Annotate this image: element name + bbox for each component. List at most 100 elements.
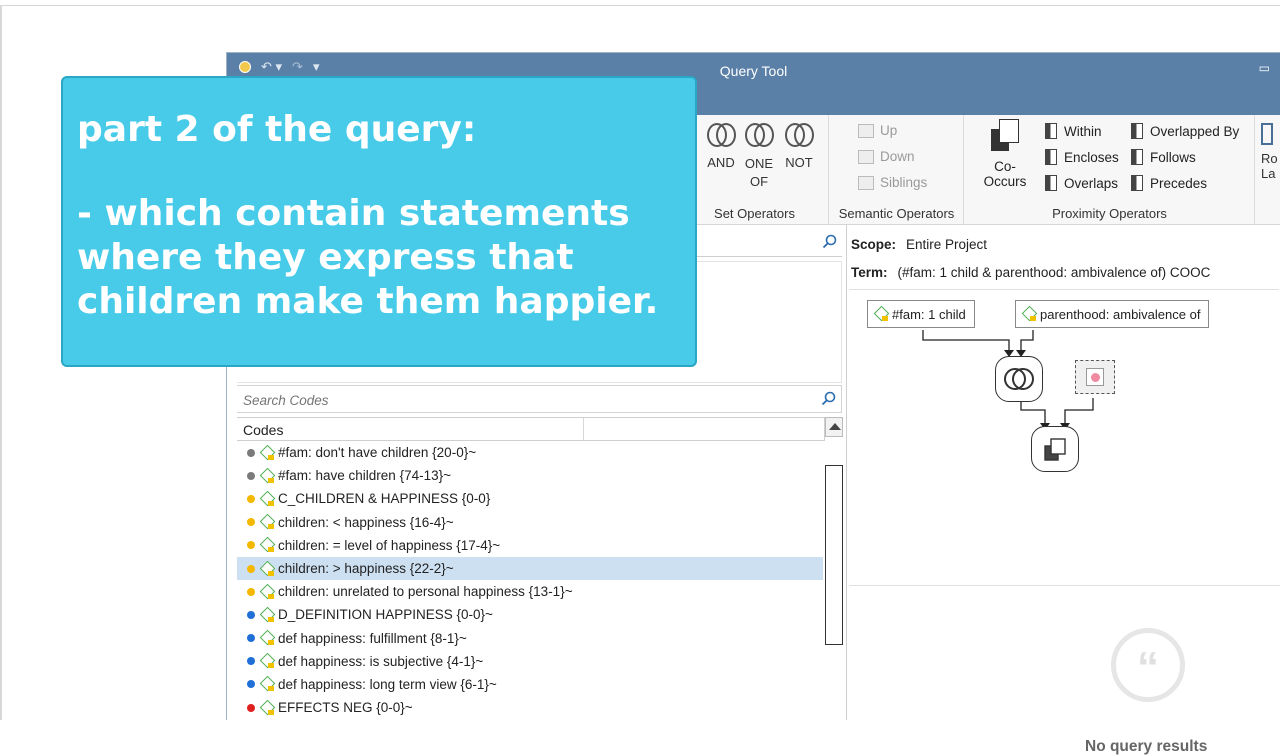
term-value: (#fam: 1 child & parenthood: ambivalence… [897, 265, 1211, 280]
follows-label: Follows [1150, 149, 1196, 165]
code-label: #fam: don't have children {20-0}~ [278, 445, 477, 461]
slot-marker-icon [1086, 368, 1104, 386]
down-label: Down [880, 149, 915, 164]
one-of-label: ONE OF [744, 156, 774, 189]
proximity-operators-group: Co-Occurs Within Encloses Overlaps Overl… [965, 115, 1255, 225]
co-occurs-icon [1044, 438, 1066, 461]
code-list-item[interactable]: def happiness: long term view {6-1}~ [237, 673, 823, 696]
down-button[interactable]: Down [858, 149, 915, 164]
follows-button[interactable]: Follows [1131, 149, 1196, 165]
code-color-dot [247, 657, 255, 666]
within-icon [1045, 123, 1057, 139]
search-icon[interactable] [821, 391, 837, 407]
within-button[interactable]: Within [1045, 123, 1102, 139]
code-list-item[interactable]: def happiness: fulfillment {8-1}~ [237, 627, 823, 650]
operand-code-2[interactable]: parenthood: ambivalence of [1015, 300, 1210, 328]
code-list-item[interactable]: #fam: don't have children {20-0}~ [237, 441, 823, 464]
siblings-label: Siblings [880, 175, 928, 190]
code-color-dot [247, 587, 255, 596]
encloses-button[interactable]: Encloses [1045, 149, 1119, 165]
code-color-dot [247, 494, 255, 503]
search-codes-input[interactable] [243, 390, 803, 410]
ribbon-overflow-label-2: La [1261, 166, 1276, 181]
scroll-up-button[interactable] [825, 417, 843, 437]
term-label: Term: [851, 265, 888, 280]
ribbon-overflow-label-1: Ro [1261, 151, 1278, 166]
co-occurs-button[interactable]: Co-Occurs [973, 119, 1037, 189]
precedes-button[interactable]: Precedes [1131, 175, 1207, 191]
and-button[interactable]: AND [703, 123, 739, 170]
scope-label: Scope: [851, 237, 897, 252]
background-border [0, 5, 2, 720]
code-label: D_DEFINITION HAPPINESS {0-0}~ [278, 607, 493, 623]
column-divider[interactable] [583, 418, 584, 440]
search-icon[interactable] [822, 234, 838, 250]
results-area: “ No query results [849, 585, 1280, 755]
code-label: children: unrelated to personal happines… [278, 584, 573, 600]
annotation-callout: part 2 of the query: - which contain sta… [61, 76, 697, 367]
semantic-operators-group: Up Down Siblings Semantic Operators [830, 115, 964, 225]
document-icon [1261, 123, 1273, 145]
hierarchy-icon [858, 149, 874, 164]
scrollbar-thumb[interactable] [825, 465, 843, 645]
not-label: NOT [785, 155, 813, 170]
code-list-item[interactable]: children: unrelated to personal happines… [237, 580, 823, 603]
code-tag-icon [259, 699, 276, 715]
semantic-operators-label: Semantic Operators [838, 206, 955, 221]
code-color-dot [247, 610, 255, 619]
one-of-button[interactable]: ONE OF [741, 123, 777, 191]
up-button[interactable]: Up [858, 123, 897, 138]
overlapped-by-icon [1131, 123, 1143, 139]
code-label: children: < happiness {16-4}~ [278, 514, 454, 530]
callout-body: - which contain statements where they ex… [77, 193, 659, 322]
empty-operand-slot[interactable] [1075, 360, 1115, 394]
code-color-dot [247, 564, 255, 573]
code-list-item[interactable]: children: > happiness {22-2}~ [237, 556, 823, 581]
overlapped-by-button[interactable]: Overlapped By [1131, 123, 1239, 139]
siblings-button[interactable]: Siblings [858, 175, 927, 190]
code-label: children: > happiness {22-2}~ [278, 561, 454, 577]
codes-list: #fam: don't have children {20-0}~ #fam: h… [237, 441, 823, 719]
quote-icon: “ [1111, 628, 1185, 702]
code-list-item[interactable]: #fam: have children {74-13}~ [237, 464, 823, 487]
code-tag-icon [873, 305, 890, 322]
code-tag-icon [259, 513, 276, 530]
code-list-item[interactable]: def happiness: is subjective {4-1}~ [237, 650, 823, 673]
code-color-dot [247, 634, 255, 643]
overlaps-button[interactable]: Overlaps [1045, 175, 1118, 191]
code-color-dot [247, 703, 255, 712]
codes-column-header[interactable]: Codes [237, 417, 825, 441]
encloses-icon [1045, 149, 1057, 165]
and-operator-node[interactable] [995, 356, 1043, 402]
code-label: C_CHILDREN & HAPPINESS {0-0} [278, 491, 491, 507]
code-tag-icon [259, 676, 276, 692]
operand-2-label: parenthood: ambivalence of [1040, 306, 1201, 322]
co-occurs-node[interactable] [1031, 426, 1079, 472]
co-occurs-icon [991, 119, 1019, 153]
code-list-item[interactable]: D_DEFINITION HAPPINESS {0-0}~ [237, 603, 823, 626]
restore-icon[interactable]: ▭ [1259, 61, 1270, 75]
proximity-operators-label: Proximity Operators [1052, 206, 1167, 221]
term-line: Term: (#fam: 1 child & parenthood: ambiva… [851, 265, 1210, 280]
code-list-item[interactable]: C_CHILDREN & HAPPINESS {0-0} [237, 487, 823, 510]
up-label: Up [880, 123, 898, 138]
operand-code-1[interactable]: #fam: 1 child [867, 300, 975, 328]
code-label: def happiness: fulfillment {8-1}~ [278, 630, 467, 646]
scope-value[interactable]: Entire Project [906, 237, 987, 252]
no-results-message: No query results [1085, 738, 1208, 755]
code-list-item[interactable]: children: = level of happiness {17-4}~ [237, 534, 823, 557]
and-label: AND [707, 155, 735, 170]
not-button[interactable]: NOT [781, 123, 817, 170]
set-operators-label: Set Operators [714, 206, 795, 221]
code-tag-icon [259, 560, 276, 576]
ribbon-overflow-group[interactable]: Ro La [1254, 115, 1280, 225]
codes-header-label: Codes [243, 422, 284, 438]
callout-title: part 2 of the query: [77, 109, 477, 150]
code-list-item[interactable]: children: < happiness {16-4}~ [237, 511, 823, 534]
scope-line: Scope: Entire Project [851, 237, 987, 252]
code-color-dot [247, 448, 255, 457]
code-color-dot [247, 541, 255, 550]
code-color-dot [247, 471, 255, 480]
code-search-bar [237, 385, 842, 413]
code-list-item[interactable]: EFFECTS NEG {0-0}~ [237, 696, 823, 719]
